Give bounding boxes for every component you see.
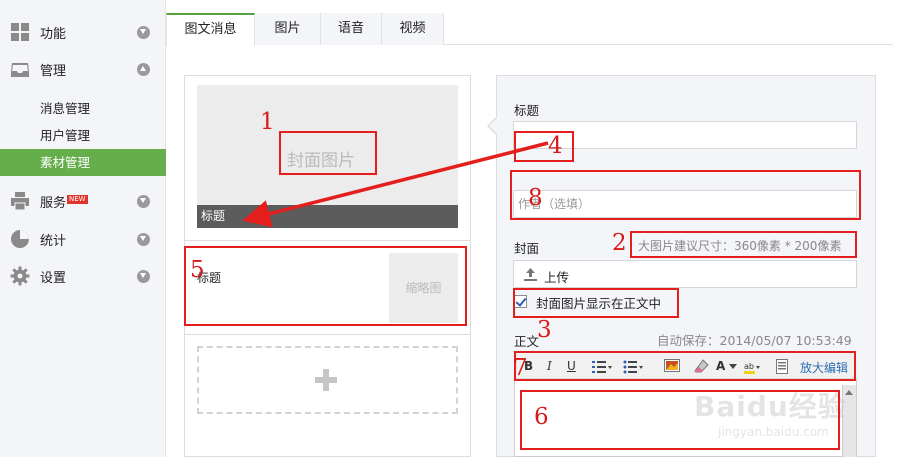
add-article-button[interactable]: [197, 346, 458, 414]
annotation-box-checkbox: [513, 288, 679, 318]
annotation-number: 1: [260, 109, 275, 135]
tab-bar: 图文消息 图片 语音 视频: [166, 13, 893, 46]
sidebar-item-label: 服务: [40, 195, 67, 211]
annotation-box-size-hint: [630, 231, 857, 258]
title-label: 标题: [514, 103, 540, 118]
upload-button[interactable]: 上传: [513, 260, 857, 288]
sidebar-item-services[interactable]: 服务 NEW: [0, 183, 166, 219]
printer-icon: [10, 191, 30, 211]
tab-voice[interactable]: 语音: [321, 13, 382, 45]
divider: [184, 240, 471, 241]
tab-video[interactable]: 视频: [382, 13, 444, 45]
inbox-icon: [10, 59, 30, 79]
sidebar-item-settings[interactable]: 设置: [0, 258, 166, 294]
upload-icon: [523, 267, 538, 282]
gear-icon: [10, 266, 30, 286]
annotation-box-toolbar: [514, 351, 856, 381]
sidebar-item-label: 管理: [40, 63, 67, 79]
pie-chart-icon: [10, 229, 30, 249]
sidebar-item-features[interactable]: 功能: [0, 14, 166, 50]
annotation-box-author: [510, 170, 861, 220]
annotation-number: 3: [537, 317, 552, 343]
chevron-down-icon[interactable]: [137, 195, 150, 208]
annotation-number: 8: [528, 185, 543, 211]
grid-icon: [10, 22, 30, 42]
cover-title: 标题: [197, 205, 458, 228]
panel-pointer-inner: [489, 118, 497, 134]
annotation-number: 2: [612, 230, 627, 256]
plus-icon: [315, 369, 337, 391]
divider: [184, 334, 471, 335]
annotation-box-cover: [279, 131, 377, 175]
annotation-number: 6: [534, 404, 549, 430]
tab-news[interactable]: 图文消息: [166, 13, 255, 46]
annotation-box-title-input: [514, 131, 574, 162]
annotation-box-body: [520, 390, 840, 450]
sidebar-item-stats[interactable]: 统计: [0, 221, 166, 257]
sidebar-item-label: 统计: [40, 233, 67, 249]
sidebar-subitem-materials[interactable]: 素材管理: [0, 149, 166, 176]
sidebar: 功能 管理 消息管理 用户管理 素材管理 服务 NEW 统计 设置: [0, 0, 166, 457]
autosave-status: 自动保存：2014/05/07 10:53:49: [657, 333, 852, 348]
new-badge: NEW: [67, 194, 88, 204]
annotation-box-sub-article: [184, 246, 467, 326]
annotation-number: 4: [548, 133, 563, 159]
sidebar-subitem-messages[interactable]: 消息管理: [0, 95, 166, 122]
annotation-number: 5: [190, 257, 205, 283]
sidebar-item-label: 设置: [40, 270, 67, 286]
sidebar-item-label: 功能: [40, 26, 67, 42]
chevron-down-icon[interactable]: [137, 26, 150, 39]
chevron-up-icon[interactable]: [137, 63, 150, 76]
sidebar-item-manage[interactable]: 管理: [0, 51, 166, 87]
sidebar-subitem-users[interactable]: 用户管理: [0, 122, 166, 149]
upload-label: 上传: [544, 270, 570, 285]
body-label: 正文: [514, 334, 540, 349]
tab-images[interactable]: 图片: [255, 13, 321, 45]
annotation-number: 7: [513, 355, 528, 381]
chevron-down-icon[interactable]: [137, 233, 150, 246]
chevron-down-icon[interactable]: [137, 270, 150, 283]
cover-label: 封面: [514, 241, 540, 256]
